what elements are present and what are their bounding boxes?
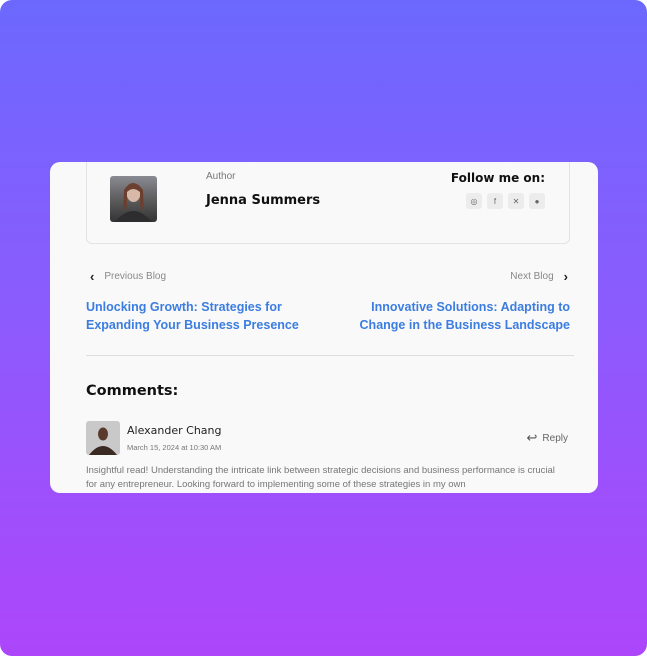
previous-blog-button[interactable]: ‹ Previous Blog [90, 269, 166, 284]
previous-blog-link[interactable]: Unlocking Growth: Strategies for Expandi… [86, 298, 306, 334]
blog-card: Author Jenna Summers Follow me on: ◎ f ✕… [50, 162, 598, 493]
chevron-right-icon: › [563, 269, 568, 284]
reply-label: Reply [542, 432, 568, 444]
comment-text: Insightful read! Understanding the intri… [86, 465, 555, 490]
follow-label: Follow me on: [450, 171, 545, 185]
reddit-icon[interactable]: ● [529, 193, 545, 209]
next-blog-label: Next Blog [510, 271, 554, 282]
previous-blog-label: Previous Blog [104, 271, 167, 282]
reply-icon: ↩ [526, 430, 538, 445]
facebook-icon[interactable]: f [487, 193, 503, 209]
x-icon[interactable]: ✕ [508, 193, 524, 209]
next-blog-button[interactable]: Next Blog › [510, 269, 568, 284]
comments-title: Comments: [86, 383, 179, 399]
reply-button[interactable]: ↩ Reply [527, 430, 568, 446]
next-blog-link[interactable]: Innovative Solutions: Adapting to Change… [350, 298, 570, 334]
comment-date: March 15, 2024 at 10:30 AM [127, 443, 222, 452]
author-avatar [110, 176, 157, 222]
author-box: Author Jenna Summers Follow me on: ◎ f ✕… [86, 162, 570, 244]
commenter-avatar [86, 421, 120, 455]
social-links: ◎ f ✕ ● [466, 193, 545, 209]
divider [86, 355, 574, 356]
instagram-icon[interactable]: ◎ [466, 193, 482, 209]
commenter-name: Alexander Chang [127, 424, 222, 437]
author-label: Author [206, 171, 236, 182]
author-name: Jenna Summers [206, 193, 321, 208]
chevron-left-icon: ‹ [90, 269, 95, 284]
